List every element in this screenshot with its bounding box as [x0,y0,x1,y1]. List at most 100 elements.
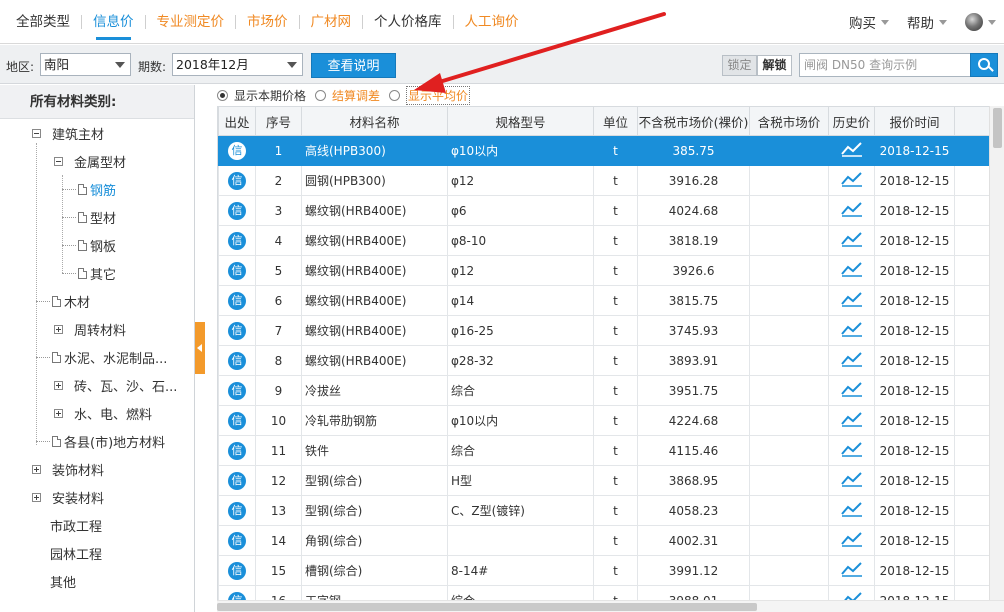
info-source-badge[interactable]: 信 [228,201,246,220]
table-row[interactable]: 信 5 螺纹钢(HRB400E) φ12 t 3926.6 2018-12-15 [218,255,989,286]
radio-current-price[interactable]: 显示本期价格 [217,87,306,104]
tree-node-other[interactable]: 其他 [50,571,76,591]
tree-node-local-materials[interactable]: 各县(市)地方材料 [36,431,165,451]
tree-node-sections[interactable]: 型材 [62,207,116,227]
column-header-material-name[interactable]: 材料名称 [301,106,448,136]
trend-chart-icon[interactable] [841,591,863,600]
trend-chart-icon[interactable] [840,351,863,370]
tree-node-municipal[interactable]: 市政工程 [50,515,102,535]
view-description-button[interactable]: 查看说明 [311,53,396,78]
expand-icon[interactable] [54,380,63,390]
collapse-icon[interactable] [54,156,63,166]
info-source-badge[interactable]: 信 [228,171,246,190]
period-select[interactable]: 2018年12月 [172,53,303,76]
column-header-history[interactable]: 历史价 [828,106,875,136]
column-header-source[interactable]: 出处 [218,106,256,136]
unlock-button[interactable]: 解锁 [757,55,792,76]
lock-button[interactable]: 锁定 [722,55,757,76]
column-header-price-excl-tax[interactable]: 不含税市场价(裸价) [637,106,750,136]
column-header-price-incl-tax[interactable]: 含税市场价 [749,106,829,136]
info-source-badge[interactable]: 信 [228,141,246,160]
scrollbar-thumb[interactable] [217,603,757,611]
info-source-badge[interactable]: 信 [228,381,246,400]
tab-manual-inquiry[interactable]: 人工询价 [454,0,530,44]
trend-chart-icon[interactable] [840,531,863,550]
trend-chart-icon[interactable] [840,321,863,340]
tree-node-cement[interactable]: 水泥、水泥制品... [36,347,167,367]
table-row[interactable]: 信 3 螺纹钢(HRB400E) φ6 t 4024.68 2018-12-15 [218,195,989,226]
vertical-scrollbar[interactable] [989,106,1004,600]
info-source-badge[interactable]: 信 [228,501,246,520]
expand-icon[interactable] [32,464,41,474]
info-source-badge[interactable]: 信 [228,591,246,600]
info-source-badge[interactable]: 信 [228,441,246,460]
expand-icon[interactable] [54,324,63,334]
tree-node-decoration-materials[interactable]: 装饰材料 [32,459,104,479]
table-row[interactable]: 信 16工字钢综合t3988.01 2018-12-15 [218,585,989,600]
tree-node-building-materials[interactable]: 建筑主材 [32,123,104,143]
radio-average-price[interactable]: 显示平均价 [389,85,471,105]
trend-chart-icon[interactable] [840,411,863,430]
horizontal-scrollbar[interactable] [217,600,1004,612]
table-row[interactable]: 信 6 螺纹钢(HRB400E) φ14 t 3815.75 2018-12-15 [218,285,989,316]
region-select[interactable]: 南阳 [40,53,131,76]
help-menu[interactable]: 帮助 [907,12,947,32]
tab-market-price[interactable]: 市场价 [236,0,299,44]
tree-node-timber[interactable]: 木材 [36,291,90,311]
collapse-icon[interactable] [32,128,41,138]
info-source-badge[interactable]: 信 [228,411,246,430]
trend-chart-icon[interactable] [840,261,863,280]
column-header-specification[interactable]: 规格型号 [447,106,594,136]
table-row[interactable]: 信 2 圆钢(HPB300) φ12 t 3916.28 2018-12-15 [218,165,989,196]
scrollbar-thumb[interactable] [993,108,1002,148]
tab-materials-network[interactable]: 广材网 [300,0,363,44]
table-row[interactable]: 信 11 铁件 综合 t 4115.46 2018-12-15 [218,435,989,466]
expand-icon[interactable] [32,492,41,502]
table-row[interactable]: 信 15 槽钢(综合) 8-14# t 3991.12 2018-12-15 [218,555,989,586]
trend-chart-icon[interactable] [840,141,863,160]
tab-personal-price-library[interactable]: 个人价格库 [363,0,453,44]
table-row[interactable]: 信 8 螺纹钢(HRB400E) φ28-32 t 3893.91 2018-12-15 [218,345,989,376]
trend-chart-icon[interactable] [840,291,863,310]
user-menu[interactable] [965,13,996,31]
tab-professional-price[interactable]: 专业测定价 [146,0,236,44]
trend-chart-icon[interactable] [840,501,863,520]
trend-chart-icon[interactable] [840,561,863,580]
table-row[interactable]: 信 10 冷轧带肋钢筋 φ10以内 t 4224.68 2018-12-15 [218,405,989,436]
sidebar-collapse-handle[interactable] [195,322,205,374]
table-row[interactable]: 信 1 高线(HPB300) φ10以内 t 385.75 2018-12-15 [218,135,989,166]
column-header-number[interactable]: 序号 [255,106,302,136]
info-source-badge[interactable]: 信 [228,531,246,550]
column-header-quote-time[interactable]: 报价时间 [874,106,955,136]
tree-node-utilities[interactable]: 水、电、燃料 [54,403,152,423]
table-row[interactable]: 信 12 型钢(综合) H型 t 3868.95 2018-12-15 [218,465,989,496]
tree-node-landscape[interactable]: 园林工程 [50,543,102,563]
buy-menu[interactable]: 购买 [849,12,889,32]
tab-all-types[interactable]: 全部类型 [0,0,81,44]
tree-node-steel-plate[interactable]: 钢板 [62,235,116,255]
trend-chart-icon[interactable] [840,381,863,400]
search-button[interactable] [970,53,998,77]
info-source-badge[interactable]: 信 [228,261,246,280]
tree-node-installation-materials[interactable]: 安装材料 [32,487,104,507]
info-source-badge[interactable]: 信 [228,351,246,370]
table-row[interactable]: 信 7 螺纹钢(HRB400E) φ16-25 t 3745.93 2018-12-15 [218,315,989,346]
trend-chart-icon[interactable] [840,471,863,490]
radio-settlement-adjust[interactable]: 结算调差 [315,87,380,104]
info-source-badge[interactable]: 信 [228,471,246,490]
tab-info-price[interactable]: 信息价 [82,0,145,44]
search-input[interactable]: 闸阀 DN50 查询示例 [799,53,971,77]
tree-node-turnover-materials[interactable]: 周转材料 [54,319,126,339]
trend-chart-icon[interactable] [840,171,863,190]
tree-node-others[interactable]: 其它 [62,263,116,283]
info-source-badge[interactable]: 信 [228,321,246,340]
table-row[interactable]: 信 9 冷拔丝 综合 t 3951.75 2018-12-15 [218,375,989,406]
trend-chart-icon[interactable] [840,201,863,220]
column-header-unit[interactable]: 单位 [593,106,638,136]
table-row[interactable]: 信 13 型钢(综合) C、Z型(镀锌) t 4058.23 2018-12-15 [218,495,989,526]
trend-chart-icon[interactable] [840,231,863,250]
table-row[interactable]: 信 14 角钢(综合) t 4002.31 2018-12-15 [218,525,989,556]
info-source-badge[interactable]: 信 [228,561,246,580]
expand-icon[interactable] [54,408,63,418]
tree-node-bricks[interactable]: 砖、瓦、沙、石... [54,375,177,395]
